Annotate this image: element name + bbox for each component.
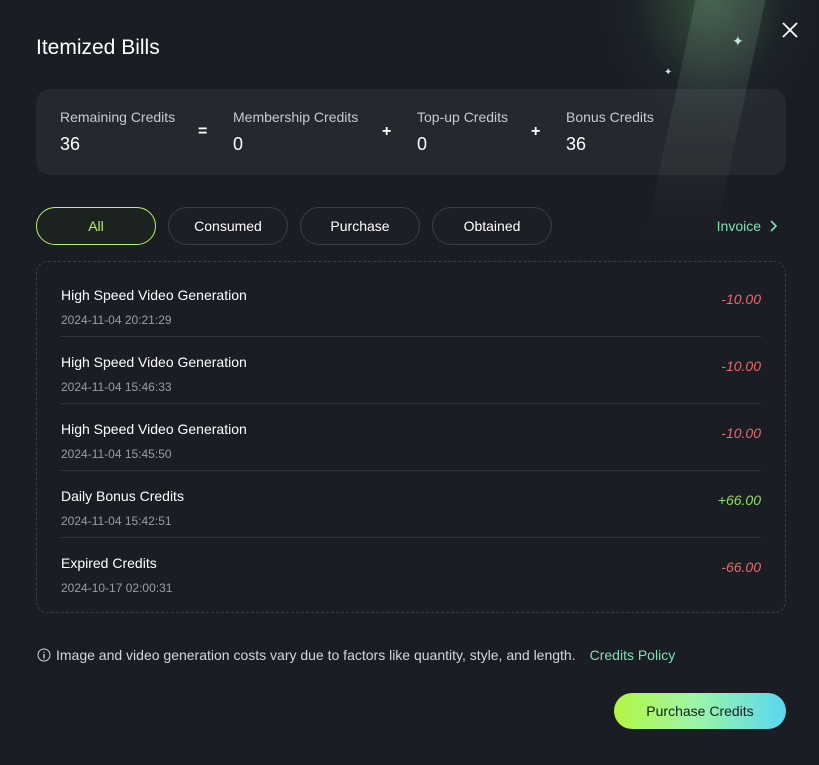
bonus-credits: Bonus Credits 36	[566, 109, 654, 154]
plus-sign: +	[531, 123, 541, 140]
tab-consumed[interactable]: Consumed	[168, 207, 288, 245]
bill-title: High Speed Video Generation	[61, 287, 247, 303]
tab-obtained[interactable]: Obtained	[432, 207, 552, 245]
plus-sign: +	[382, 123, 392, 140]
topup-credits: Top-up Credits 0	[417, 109, 509, 154]
bill-date: 2024-11-04 15:45:50	[61, 447, 172, 461]
invoice-link[interactable]: Invoice	[717, 218, 777, 234]
equals-sign: =	[198, 123, 208, 140]
bill-date: 2024-11-04 20:21:29	[61, 313, 172, 327]
purchase-credits-button[interactable]: Purchase Credits	[614, 693, 786, 729]
bill-amount: +66.00	[717, 492, 761, 508]
bill-row: Expired Credits 2024-10-17 02:00:31 -66.…	[61, 538, 761, 605]
bill-date: 2024-11-04 15:42:51	[61, 514, 172, 528]
bill-row: Daily Bonus Credits 2024-11-04 15:42:51 …	[61, 471, 761, 538]
tab-all[interactable]: All	[36, 207, 156, 245]
credits-policy-link[interactable]: Credits Policy	[590, 647, 676, 663]
close-icon[interactable]	[778, 18, 802, 42]
sparkle-icon: ✦	[664, 67, 673, 78]
sparkle-icon: ✦	[732, 33, 744, 49]
bill-row: High Speed Video Generation 2024-11-04 1…	[61, 404, 761, 471]
bill-title: High Speed Video Generation	[61, 421, 247, 437]
membership-credits: Membership Credits 0	[233, 109, 359, 154]
remaining-credits: Remaining Credits 36	[60, 109, 176, 154]
bill-row: High Speed Video Generation 2024-11-04 2…	[61, 270, 761, 337]
bill-title: High Speed Video Generation	[61, 354, 247, 370]
bill-amount: -10.00	[721, 358, 761, 374]
bill-title: Expired Credits	[61, 555, 157, 571]
bill-date: 2024-10-17 02:00:31	[61, 581, 173, 595]
filter-tabs: All Consumed Purchase Obtained	[36, 207, 552, 245]
info-icon	[37, 648, 51, 662]
bill-date: 2024-11-04 15:46:33	[61, 380, 172, 394]
tab-purchase[interactable]: Purchase	[300, 207, 420, 245]
chevron-right-icon	[770, 220, 777, 232]
bill-amount: -66.00	[721, 559, 761, 575]
dialog-title: Itemized Bills	[36, 36, 160, 59]
bill-amount: -10.00	[721, 425, 761, 441]
bill-title: Daily Bonus Credits	[61, 488, 184, 504]
bill-list: High Speed Video Generation 2024-11-04 2…	[36, 261, 786, 613]
credits-summary: Remaining Credits 36 = Membership Credit…	[36, 89, 786, 175]
cost-note: Image and video generation costs vary du…	[37, 647, 675, 663]
bill-row: High Speed Video Generation 2024-11-04 1…	[61, 337, 761, 404]
bill-amount: -10.00	[721, 291, 761, 307]
